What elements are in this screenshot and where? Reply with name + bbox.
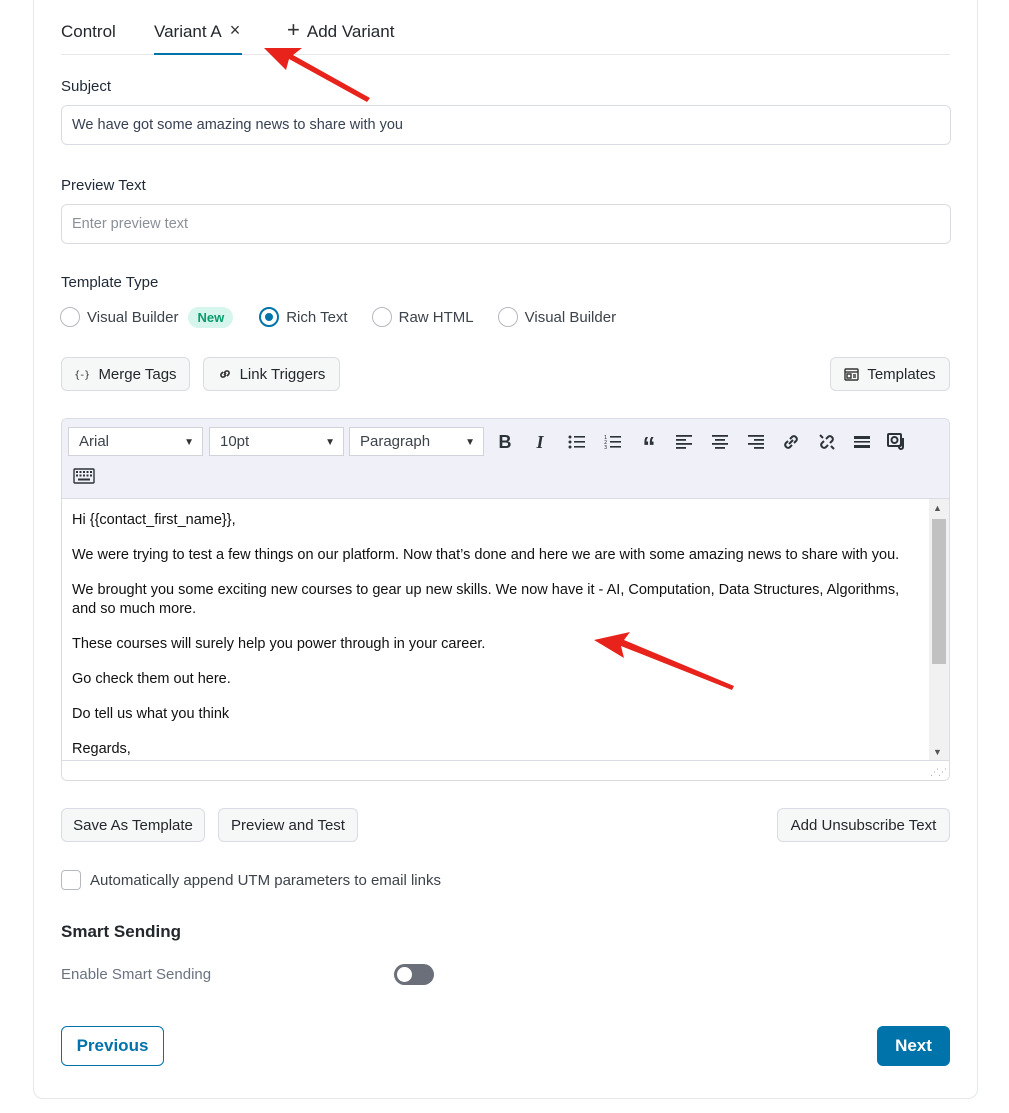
smart-sending-title: Smart Sending (61, 922, 181, 941)
merge-tags-label: Merge Tags (98, 365, 177, 383)
radio-circle (371, 307, 392, 327)
caret-down-icon: ▼ (325, 437, 335, 448)
preview-and-test-button[interactable]: Preview and Test (218, 808, 358, 842)
next-label: Next (895, 1036, 932, 1055)
font-family-value: Arial (79, 433, 110, 450)
block-format-value: Paragraph (360, 433, 431, 450)
caret-down-icon: ▼ (465, 437, 475, 448)
smart-sending-label: Enable Smart Sending (61, 966, 212, 983)
next-button[interactable]: Next (877, 1026, 950, 1066)
radio-raw-html[interactable]: Raw HTML (371, 307, 474, 327)
editor-scrollbar[interactable]: ▲ ▼ (929, 499, 949, 761)
scroll-down-icon[interactable]: ▼ (933, 747, 942, 757)
link-icon[interactable] (778, 429, 804, 455)
save-as-template-button[interactable]: Save As Template (61, 808, 205, 842)
editor-content[interactable]: Hi {{contact_first_name}}, We were tryin… (62, 499, 929, 761)
font-size-select[interactable]: 10pt ▼ (209, 427, 344, 456)
unlink-icon[interactable] (814, 429, 840, 455)
paragraph: Regards, (72, 741, 131, 757)
utm-checkbox[interactable] (61, 870, 81, 890)
paragraph: We were trying to test a few things on o… (72, 547, 900, 563)
radio-label: Rich Text (286, 308, 348, 326)
radio-visual-builder-new[interactable]: Visual Builder New (60, 306, 234, 328)
templates-label: Templates (867, 365, 936, 383)
merge-tags-icon: {-} (74, 368, 90, 380)
templates-icon (844, 367, 860, 381)
radio-label: Raw HTML (398, 308, 474, 326)
svg-text:{-}: {-} (74, 370, 90, 380)
preview-text-input[interactable] (61, 204, 951, 244)
scrollbar-thumb[interactable] (932, 519, 946, 664)
save-as-template-label: Save As Template (73, 816, 193, 834)
block-format-select[interactable]: Paragraph ▼ (349, 427, 484, 456)
preview-and-test-label: Preview and Test (231, 816, 345, 834)
align-right-icon[interactable] (743, 429, 769, 455)
template-type-label: Template Type (61, 274, 159, 291)
horizontal-rule-icon[interactable] (849, 429, 875, 455)
new-badge: New (188, 306, 234, 328)
font-family-select[interactable]: Arial ▼ (68, 427, 203, 456)
numbered-list-icon[interactable]: 123 (600, 429, 626, 455)
add-unsubscribe-text-button[interactable]: Add Unsubscribe Text (777, 808, 950, 842)
tab-variant-a[interactable]: Variant A × (154, 21, 243, 55)
paragraph: These courses will surely help you power… (72, 636, 486, 652)
radio-circle (60, 307, 80, 327)
font-size-value: 10pt (220, 433, 250, 450)
previous-label: Previous (76, 1036, 149, 1055)
subject-input[interactable] (61, 105, 951, 145)
italic-icon[interactable]: I (527, 429, 553, 455)
preview-text-label: Preview Text (61, 177, 146, 194)
scroll-up-icon[interactable]: ▲ (933, 503, 942, 513)
link-icon (218, 367, 232, 381)
toggle-knob (397, 967, 412, 982)
variant-tabs: Control Variant A × + Add Variant (61, 16, 950, 55)
plus-icon: + (287, 17, 300, 42)
radio-rich-text[interactable]: Rich Text (259, 307, 348, 327)
tab-control-label: Control (61, 22, 116, 41)
subject-label: Subject (61, 78, 112, 95)
paragraph: Do tell us what you think (72, 706, 230, 722)
smart-sending-toggle[interactable] (394, 964, 434, 985)
paragraph: Hi {{contact_first_name}}, (72, 512, 236, 528)
svg-text:3: 3 (604, 445, 607, 450)
utm-label: Automatically append UTM parameters to e… (90, 871, 441, 889)
bold-icon[interactable]: B (492, 429, 518, 455)
resize-grip-icon[interactable]: ⋰⋰ (930, 767, 947, 778)
radio-label: Visual Builder (87, 308, 179, 326)
radio-circle (259, 307, 280, 327)
media-icon[interactable] (885, 429, 911, 455)
previous-button[interactable]: Previous (61, 1026, 164, 1066)
align-center-icon[interactable] (707, 429, 733, 455)
add-unsubscribe-text-label: Add Unsubscribe Text (790, 816, 937, 834)
caret-down-icon: ▼ (184, 437, 194, 448)
templates-button[interactable]: Templates (830, 357, 950, 391)
add-variant-label: Add Variant (306, 22, 395, 41)
add-variant-button[interactable]: + Add Variant (287, 17, 395, 54)
align-left-icon[interactable] (671, 429, 697, 455)
template-type-options: Visual Builder New Rich Text Raw HTML Vi… (60, 305, 640, 329)
blockquote-icon[interactable]: “ (636, 429, 662, 459)
utm-option[interactable]: Automatically append UTM parameters to e… (61, 870, 441, 890)
radio-label: Visual Builder (524, 308, 617, 326)
paragraph: We brought you some exciting new courses… (72, 582, 900, 617)
editor-statusbar: ⋰⋰ (62, 760, 949, 780)
keyboard-icon[interactable] (71, 463, 97, 489)
link-triggers-button[interactable]: Link Triggers (203, 357, 340, 391)
link-triggers-label: Link Triggers (239, 365, 326, 383)
tab-variant-a-label: Variant A (154, 22, 222, 41)
rich-text-editor: Arial ▼ 10pt ▼ Paragraph ▼ B I 123 “ Hi … (61, 418, 950, 781)
merge-tags-button[interactable]: {-} Merge Tags (61, 357, 190, 391)
radio-circle (497, 307, 518, 327)
close-icon[interactable]: × (230, 21, 241, 39)
paragraph: Go check them out here. (72, 671, 231, 687)
bullet-list-icon[interactable] (564, 429, 590, 455)
tab-control[interactable]: Control (61, 22, 116, 54)
radio-visual-builder[interactable]: Visual Builder (497, 307, 617, 327)
editor-toolbar: Arial ▼ 10pt ▼ Paragraph ▼ B I 123 “ (62, 419, 949, 499)
